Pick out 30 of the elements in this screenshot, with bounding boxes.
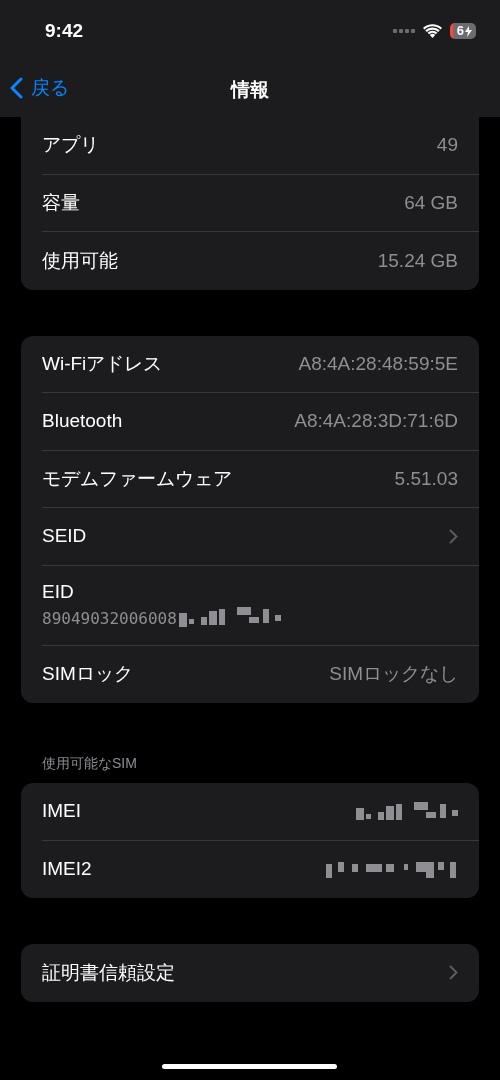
row-label: EID <box>42 581 74 603</box>
signal-icon <box>392 29 415 33</box>
wifi-icon <box>422 24 442 38</box>
row-label: モデムファームウェア <box>42 466 232 491</box>
section-header: 使用可能なSIM <box>42 755 138 773</box>
row-value: 89049032006008 <box>42 607 289 629</box>
back-button[interactable]: 戻る <box>10 75 69 101</box>
back-chevron-icon <box>10 77 23 99</box>
row-label: Wi-Fiアドレス <box>42 351 163 376</box>
chevron-icon[interactable] <box>449 528 458 544</box>
row-value: 15.24 GB <box>377 249 458 272</box>
status-time: 9:42 <box>45 20 84 42</box>
page-title: 情報 <box>231 77 269 102</box>
row-label: Bluetooth <box>42 410 123 433</box>
row-label: IMEI <box>42 800 82 823</box>
row-label: IMEI2 <box>42 858 92 881</box>
row-value: 49 <box>436 134 458 157</box>
row-value: A8:4A:28:48:59:5E <box>298 352 458 375</box>
row-label: SEID <box>42 525 87 548</box>
battery-icon: 6 <box>449 23 476 39</box>
row-value: 64 GB <box>404 191 458 214</box>
row-value: A8:4A:28:3D:71:6D <box>294 410 458 433</box>
chevron-icon[interactable] <box>449 965 458 981</box>
row-label: SIMロック <box>42 662 133 687</box>
row-label: 証明書信頼設定 <box>42 960 175 985</box>
row-label: 使用可能 <box>42 248 118 273</box>
row-value: 5.51.03 <box>394 467 458 490</box>
row-value: SIMロックなし <box>329 662 458 687</box>
row-label: アプリ <box>42 133 99 158</box>
row-label: 容量 <box>42 190 80 215</box>
